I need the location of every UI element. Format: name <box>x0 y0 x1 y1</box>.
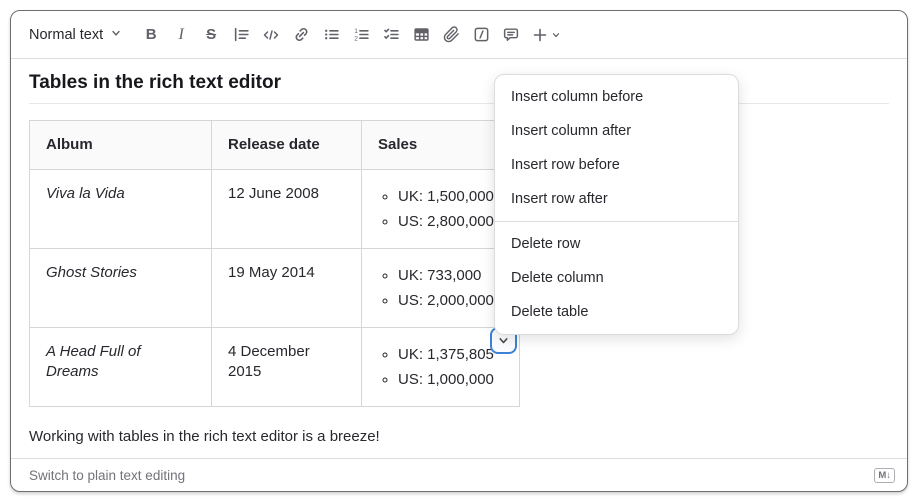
chevron-down-icon <box>551 30 561 40</box>
menu-item-insert-column-before[interactable]: Insert column before <box>495 80 738 114</box>
italic-icon: I <box>178 26 183 44</box>
cell-album[interactable]: A Head Full of Dreams <box>30 328 212 407</box>
title-divider <box>29 103 889 104</box>
chevron-down-icon <box>110 26 122 44</box>
sales-item: US: 2,000,000 <box>398 288 503 313</box>
sales-list: UK: 1,375,805 US: 1,000,000 <box>378 342 503 392</box>
plus-icon <box>532 27 548 43</box>
sales-item: UK: 1,375,805 <box>398 342 503 367</box>
attachment-button[interactable] <box>436 20 466 50</box>
menu-item-delete-table[interactable]: Delete table <box>495 295 738 329</box>
ordered-list-icon: 12 <box>353 26 370 43</box>
table-header-row: Album Release date Sales <box>30 121 520 170</box>
link-icon <box>293 26 310 43</box>
bullet-list-button[interactable] <box>316 20 346 50</box>
table-icon <box>413 26 430 43</box>
closing-paragraph[interactable]: Working with tables in the rich text edi… <box>29 427 889 447</box>
blockquote-icon <box>233 26 250 43</box>
editor-footer: Switch to plain text editing M↓ <box>11 458 907 491</box>
ordered-list-button[interactable]: 12 <box>346 20 376 50</box>
menu-item-insert-column-after[interactable]: Insert column after <box>495 114 738 148</box>
cell-album[interactable]: Ghost Stories <box>30 249 212 328</box>
cell-release-date[interactable]: 19 May 2014 <box>212 249 362 328</box>
text-style-value: Normal text <box>29 27 103 43</box>
comment-button[interactable] <box>496 20 526 50</box>
bullet-list-icon <box>323 26 340 43</box>
editor-content-area[interactable]: Tables in the rich text editor Album Rel… <box>11 59 907 447</box>
sales-item: US: 2,800,000 <box>398 209 503 234</box>
strikethrough-button[interactable]: S <box>196 20 226 50</box>
slash-box-icon <box>473 26 490 43</box>
quick-action-button[interactable] <box>466 20 496 50</box>
link-button[interactable] <box>286 20 316 50</box>
sales-item: UK: 733,000 <box>398 263 503 288</box>
sales-list: UK: 733,000 US: 2,000,000 <box>378 263 503 313</box>
content-table[interactable]: Album Release date Sales Viva la Vida 12… <box>29 120 520 407</box>
bold-icon: B <box>146 26 157 43</box>
menu-item-delete-row[interactable]: Delete row <box>495 227 738 261</box>
sales-item: UK: 1,500,000 <box>398 184 503 209</box>
table-row: Viva la Vida 12 June 2008 UK: 1,500,000 … <box>30 170 520 249</box>
switch-to-plain-text-link[interactable]: Switch to plain text editing <box>29 468 185 483</box>
more-options-button[interactable] <box>526 20 566 50</box>
bold-button[interactable]: B <box>136 20 166 50</box>
menu-item-insert-row-before[interactable]: Insert row before <box>495 148 738 182</box>
comment-bubble-icon <box>502 26 520 43</box>
table-row: A Head Full of Dreams 4 December 2015 UK… <box>30 328 520 407</box>
task-list-button[interactable] <box>376 20 406 50</box>
italic-button[interactable]: I <box>166 20 196 50</box>
cell-album[interactable]: Viva la Vida <box>30 170 212 249</box>
code-icon <box>262 27 280 43</box>
code-button[interactable] <box>256 20 286 50</box>
table-row: Ghost Stories 19 May 2014 UK: 733,000 US… <box>30 249 520 328</box>
markdown-badge: M↓ <box>874 468 895 483</box>
svg-text:2: 2 <box>354 36 358 43</box>
strikethrough-icon: S <box>206 26 216 43</box>
document-title[interactable]: Tables in the rich text editor <box>29 71 889 95</box>
table-actions-menu: Insert column before Insert column after… <box>494 74 739 335</box>
cell-release-date[interactable]: 12 June 2008 <box>212 170 362 249</box>
table-button[interactable] <box>406 20 436 50</box>
cell-release-date[interactable]: 4 December 2015 <box>212 328 362 407</box>
menu-item-insert-row-after[interactable]: Insert row after <box>495 182 738 216</box>
header-album[interactable]: Album <box>30 121 212 170</box>
text-style-dropdown[interactable]: Normal text <box>29 26 122 44</box>
menu-divider <box>495 221 738 222</box>
header-release-date[interactable]: Release date <box>212 121 362 170</box>
blockquote-button[interactable] <box>226 20 256 50</box>
task-list-icon <box>383 26 400 43</box>
svg-text:1: 1 <box>354 28 358 35</box>
rich-text-editor: Normal text B I S 12 <box>10 10 908 492</box>
sales-list: UK: 1,500,000 US: 2,800,000 <box>378 184 503 234</box>
menu-item-delete-column[interactable]: Delete column <box>495 261 738 295</box>
editor-toolbar: Normal text B I S 12 <box>11 11 907 59</box>
chevron-down-icon <box>497 334 510 347</box>
paperclip-icon <box>443 26 460 43</box>
sales-item: US: 1,000,000 <box>398 367 503 392</box>
